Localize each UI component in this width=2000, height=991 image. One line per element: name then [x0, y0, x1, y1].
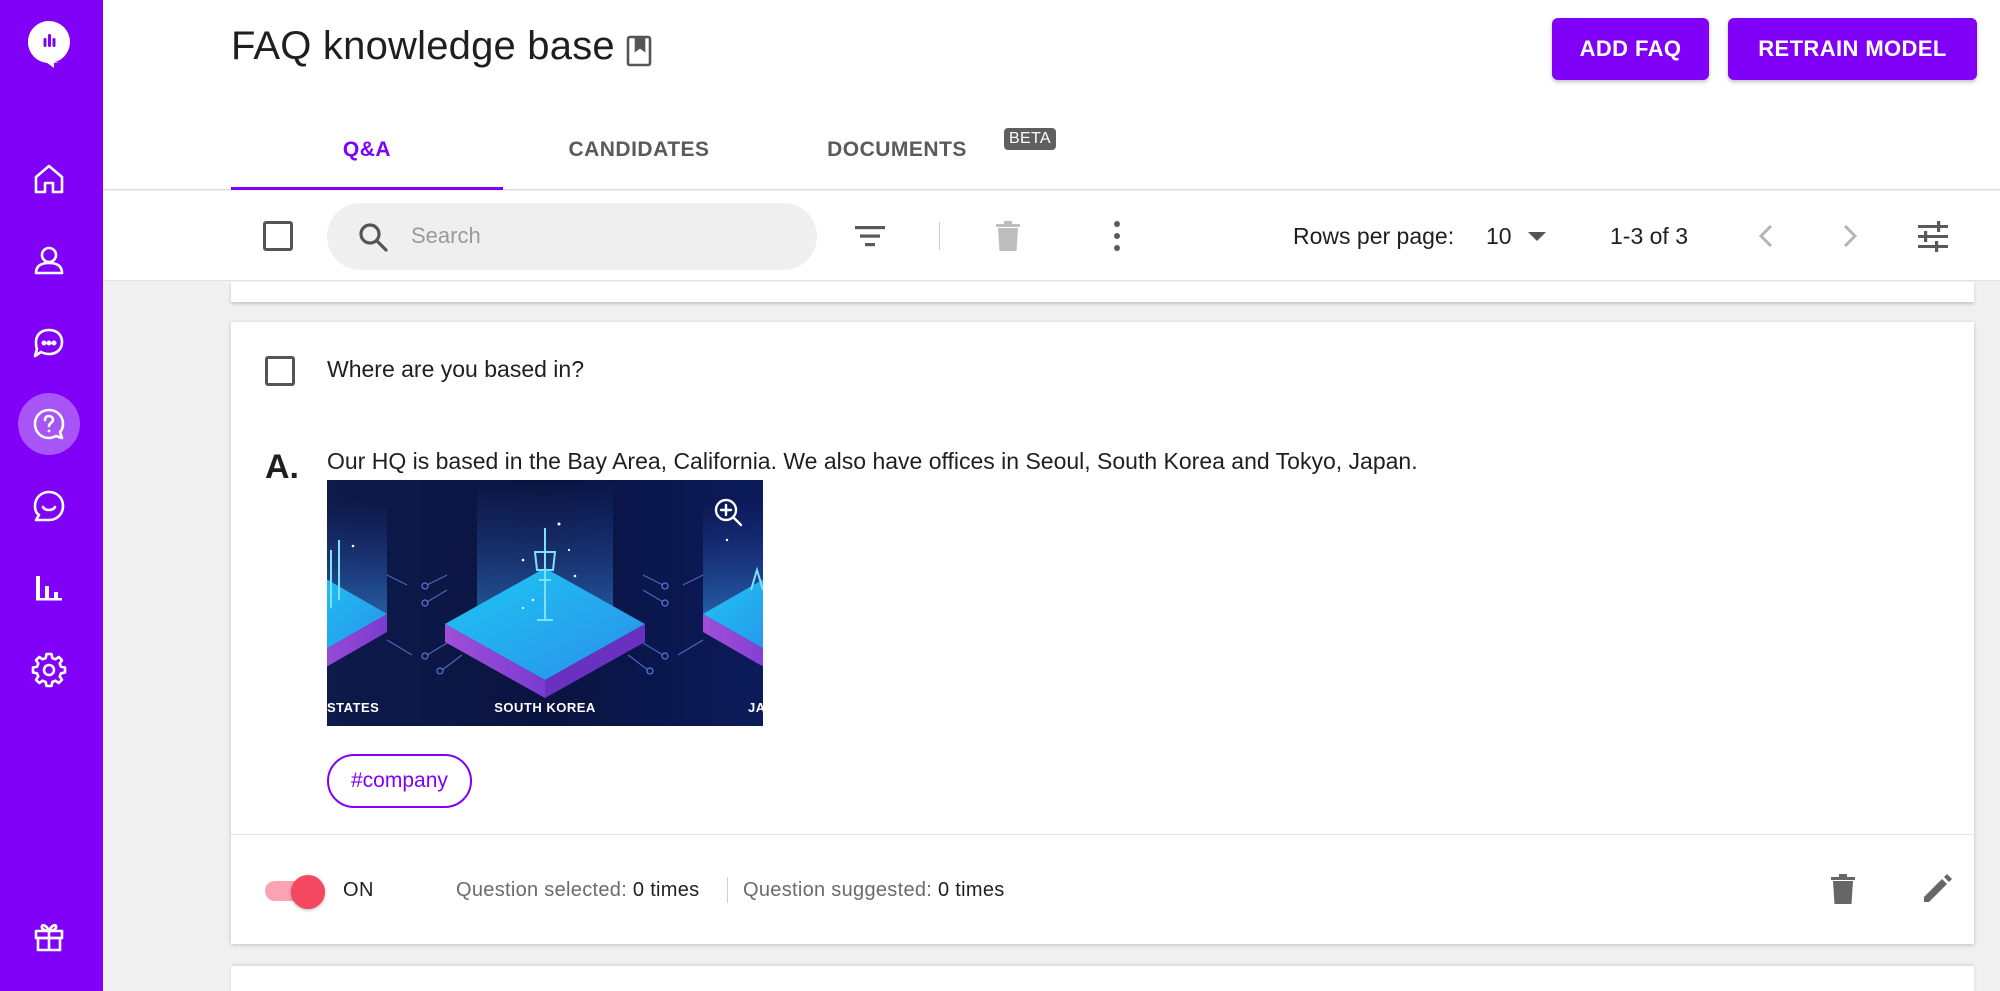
add-faq-button[interactable]: ADD FAQ: [1552, 18, 1709, 80]
sidebar: [0, 0, 103, 991]
image-label-center: SOUTH KOREA: [494, 700, 596, 715]
delete-icon[interactable]: [990, 218, 1026, 254]
faq-status-toggle[interactable]: [265, 875, 325, 909]
chevron-right-icon[interactable]: [1831, 218, 1867, 254]
beta-badge: BETA: [1004, 128, 1056, 150]
sidebar-item-contacts[interactable]: [18, 230, 80, 292]
page-header: FAQ knowledge base ADD FAQ RETRAIN MODEL…: [103, 0, 2000, 190]
tag-chip-company[interactable]: #company: [327, 754, 472, 808]
stat-divider: [727, 877, 728, 903]
sidebar-item-faq[interactable]: [18, 393, 80, 455]
tab-documents-label: DOCUMENTS: [827, 138, 967, 161]
sidebar-item-inbox[interactable]: [18, 475, 80, 537]
sidebar-item-analytics[interactable]: [18, 557, 80, 619]
question-suggested-label: Question suggested:: [743, 879, 933, 901]
rows-per-page-select[interactable]: 10: [1486, 219, 1546, 253]
tune-icon[interactable]: [1915, 218, 1951, 254]
sidebar-item-conversations[interactable]: [18, 312, 80, 374]
tab-qa[interactable]: Q&A: [231, 110, 503, 190]
edit-faq-icon[interactable]: [1919, 871, 1955, 907]
tab-documents[interactable]: DOCUMENTS BETA: [775, 110, 1056, 190]
tab-candidates[interactable]: CANDIDATES: [503, 110, 775, 190]
question-suggested-stat: Question suggested: 0 times: [743, 879, 1005, 902]
user-icon: [34, 246, 64, 275]
toggle-knob: [291, 875, 325, 909]
sidebar-item-settings[interactable]: [18, 639, 80, 701]
rows-per-page-label: Rows per page:: [1293, 223, 1455, 249]
previous-faq-card: [231, 282, 1974, 302]
page-title: FAQ knowledge base: [231, 24, 615, 68]
faq-card: Where are you based in? A. Our HQ is bas…: [231, 322, 1974, 944]
faq-select-checkbox[interactable]: [265, 356, 295, 386]
sidebar-item-home[interactable]: [18, 148, 80, 210]
bookmark-icon[interactable]: [625, 34, 653, 68]
question-selected-stat: Question selected: 0 times: [456, 879, 700, 902]
tab-qa-label: Q&A: [342, 138, 392, 161]
faq-card-footer: ON Question selected: 0 times Question s…: [231, 835, 1974, 944]
question-suggested-value: 0 times: [938, 879, 1005, 901]
settings-icon: [31, 652, 67, 688]
question-selected-label: Question selected:: [456, 879, 628, 901]
faq-answer: Our HQ is based in the Bay Area, Califor…: [327, 448, 1418, 474]
tab-candidates-label: CANDIDATES: [568, 138, 710, 161]
chat-bubbles-icon: [33, 328, 64, 358]
chevron-down-icon: [1527, 231, 1546, 241]
answer-marker: A.: [265, 448, 299, 486]
smile-chat-icon: [33, 490, 65, 522]
rows-per-page-value: 10: [1486, 222, 1512, 249]
bar-chart-icon: [36, 576, 62, 601]
logo-icon[interactable]: [24, 18, 74, 68]
select-all-checkbox[interactable]: [263, 221, 293, 251]
search-icon: [359, 223, 388, 252]
delete-faq-icon[interactable]: [1825, 871, 1861, 907]
gift-icon: [34, 923, 64, 952]
retrain-model-button[interactable]: RETRAIN MODEL: [1728, 18, 1977, 80]
offices-illustration: STATES SOUTH KOREA JA: [327, 480, 763, 726]
faq-icon: [33, 408, 65, 440]
faq-question: Where are you based in?: [327, 356, 584, 382]
filter-icon[interactable]: [852, 218, 888, 254]
answer-image[interactable]: STATES SOUTH KOREA JA: [327, 480, 763, 726]
page-range: 1-3 of 3: [1610, 223, 1688, 249]
search-box: [327, 203, 817, 270]
next-faq-card: [231, 966, 1974, 991]
question-selected-value: 0 times: [632, 879, 700, 901]
toolbar-divider: [939, 222, 940, 250]
image-label-left: STATES: [327, 700, 379, 715]
toggle-status-label: ON: [343, 879, 374, 901]
list-toolbar: Rows per page: 10 1-3 of 3: [103, 191, 2000, 281]
search-input[interactable]: [411, 215, 791, 257]
image-label-right: JA: [748, 700, 763, 715]
chevron-left-icon[interactable]: [1749, 218, 1785, 254]
sidebar-item-gift[interactable]: [18, 906, 80, 968]
home-icon: [34, 164, 64, 194]
more-vertical-icon[interactable]: [1099, 218, 1135, 254]
